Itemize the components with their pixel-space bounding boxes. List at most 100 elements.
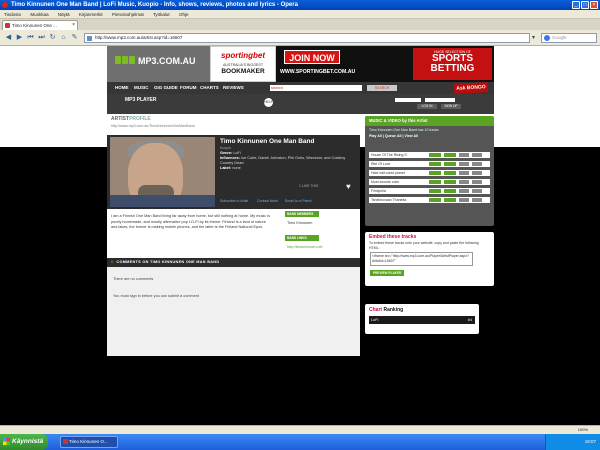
ad-banner-left[interactable]: sportingbet AUSTRALIA'S BIGGEST BOOKMAKE… [210,46,276,82]
download-button[interactable] [472,153,482,157]
wand-icon[interactable]: ✎ [70,33,79,42]
music-panel-subtitle: Timo Kinnunen One Man Band has 10 tracks [369,128,439,132]
queue-button[interactable] [444,162,456,166]
login-password-field[interactable] [425,98,455,102]
site-search-input[interactable]: search [270,85,362,91]
site-subheader: MP3 PLAYER HELP LOG IN SIGN UP [107,94,494,114]
clock[interactable]: 19:07 [585,439,596,444]
start-button[interactable]: Käynnistä [0,434,48,450]
browser-tab[interactable]: Timo Kinnunen One ... × [2,20,78,30]
reload-icon[interactable]: ↻ [48,33,57,42]
login-username-field[interactable] [395,98,421,102]
track-title: Tshekhovaan Thanetta [371,198,407,202]
login-button[interactable]: LOG IN [417,104,437,109]
track-row[interactable]: Filmijuhla [369,188,490,194]
band-details: Genre: LoFi Influences: Ice Cube, Daniel… [220,151,356,171]
queue-button[interactable] [444,189,456,193]
minimize-button[interactable]: _ [572,1,580,9]
rewind-icon[interactable]: ⏮ [26,33,35,42]
info-button[interactable] [459,189,469,193]
address-field[interactable]: http://www.mp3.com.au/artist.asp?id=1660… [84,33,530,43]
preview-player-button[interactable]: PREVIEW PLAYER [370,270,404,276]
menu-tools[interactable]: Työkalut [153,12,170,17]
menu-widgets[interactable]: Pienoisohjelmat [112,12,144,17]
menu-view[interactable]: Näytä [58,12,70,17]
maximize-button[interactable]: □ [581,1,589,9]
chart-ranking-row[interactable]: LoFi #4 [369,316,475,324]
heart-icon[interactable]: ♥ [346,183,355,191]
info-button[interactable] [459,171,469,175]
chart-title-a: Chart [369,307,383,313]
join-now-button[interactable]: JOIN NOW [284,50,340,64]
like-count: 1 LIKE THIS [299,184,319,188]
subscribe-link[interactable]: Subscribe to Artist [220,199,248,203]
forward-icon[interactable]: ▶ [15,33,24,42]
tab-close-icon[interactable]: × [72,21,75,30]
help-button[interactable]: HELP [264,98,273,107]
genre-value[interactable]: LoFi [233,151,240,155]
track-row[interactable]: Rite Of Love [369,161,490,167]
nav-music[interactable]: MUSIC [134,82,149,94]
track-row[interactable]: Tshekhovaan Thanetta [369,197,490,203]
play-button[interactable] [429,171,441,175]
home-icon[interactable]: ⌂ [59,33,68,42]
menu-help[interactable]: Ohje [179,12,189,17]
contact-link[interactable]: Contact Artist [257,199,278,203]
embed-title: Embed these tracks [369,234,417,240]
download-button[interactable] [472,198,482,202]
track-row[interactable]: Hate half-sized planet [369,170,490,176]
track-row[interactable]: Most sounds color [369,179,490,185]
site-search-button[interactable]: SEARCH [367,85,397,91]
info-button[interactable] [459,153,469,157]
menu-edit[interactable]: Muokkaa [30,12,48,17]
ask-bingo-badge[interactable]: Ask BONGO [453,82,489,94]
play-button[interactable] [429,198,441,202]
zoom-level[interactable]: 100% [578,426,588,434]
band-link[interactable]: http://timokinnunen.net [287,245,322,249]
fast-forward-icon[interactable]: ⏭ [37,33,46,42]
nav-reviews[interactable]: REVIEWS [223,82,244,94]
download-button[interactable] [472,180,482,184]
track-row[interactable]: House Of The Rising S [369,152,490,158]
email-friend-link[interactable]: Email to a Friend [285,199,311,203]
nav-forum[interactable]: FORUM [180,82,197,94]
nav-charts[interactable]: CHARTS [200,82,219,94]
play-button[interactable] [429,180,441,184]
site-logo[interactable]: MP3.COM.AU [115,56,196,66]
play-button[interactable] [429,153,441,157]
chart-rank: #4 [467,318,472,322]
close-button[interactable]: × [590,1,598,9]
play-button[interactable] [429,162,441,166]
back-icon[interactable]: ◀ [4,33,13,42]
music-video-panel: MUSIC & VIDEO by this Artist Timo Kinnun… [365,116,494,226]
info-button[interactable] [459,180,469,184]
music-panel-header: MUSIC & VIDEO by this Artist [365,116,494,126]
queue-button[interactable] [444,180,456,184]
play-all-links[interactable]: Play All | Queue All | View All [369,134,418,138]
artist-profile-url[interactable]: http://www.mp3.com.au/TimoKinnunenOneMan… [111,124,195,128]
ad-banner-right[interactable]: JOIN NOW WWW.SPORTINGBET.COM.AU HUGE SEL… [276,46,494,82]
download-button[interactable] [472,189,482,193]
download-button[interactable] [472,162,482,166]
nav-home[interactable]: HOME [115,82,129,94]
mp3-player-link[interactable]: MP3 PLAYER [125,97,165,111]
queue-button[interactable] [444,198,456,202]
menu-bar: Tiedosto Muokkaa Näytä Kirjanmerkit Pien… [0,10,600,19]
info-button[interactable] [459,198,469,202]
site-nav: HOME MUSIC GIG GUIDE FORUM CHARTS REVIEW… [107,82,494,94]
browser-search-input[interactable]: Google [541,33,597,43]
play-button[interactable] [429,189,441,193]
embed-instructions: To embed these tracks onto your website,… [369,241,479,250]
taskbar-opera-window[interactable]: Timo Kinnunen O... [60,436,118,448]
nav-gig-guide[interactable]: GIG GUIDE [154,82,178,94]
info-button[interactable] [459,162,469,166]
address-dropdown-icon[interactable]: ▾ [532,34,538,42]
queue-button[interactable] [444,153,456,157]
queue-button[interactable] [444,171,456,175]
embed-code-textarea[interactable]: <iframe src="http://www.mp3.com.au/Playe… [370,252,473,266]
download-button[interactable] [472,171,482,175]
menu-file[interactable]: Tiedosto [4,12,21,17]
menu-bookmarks[interactable]: Kirjanmerkit [79,12,103,17]
signup-button[interactable]: SIGN UP [441,104,461,109]
window-controls: _ □ × [572,1,598,9]
